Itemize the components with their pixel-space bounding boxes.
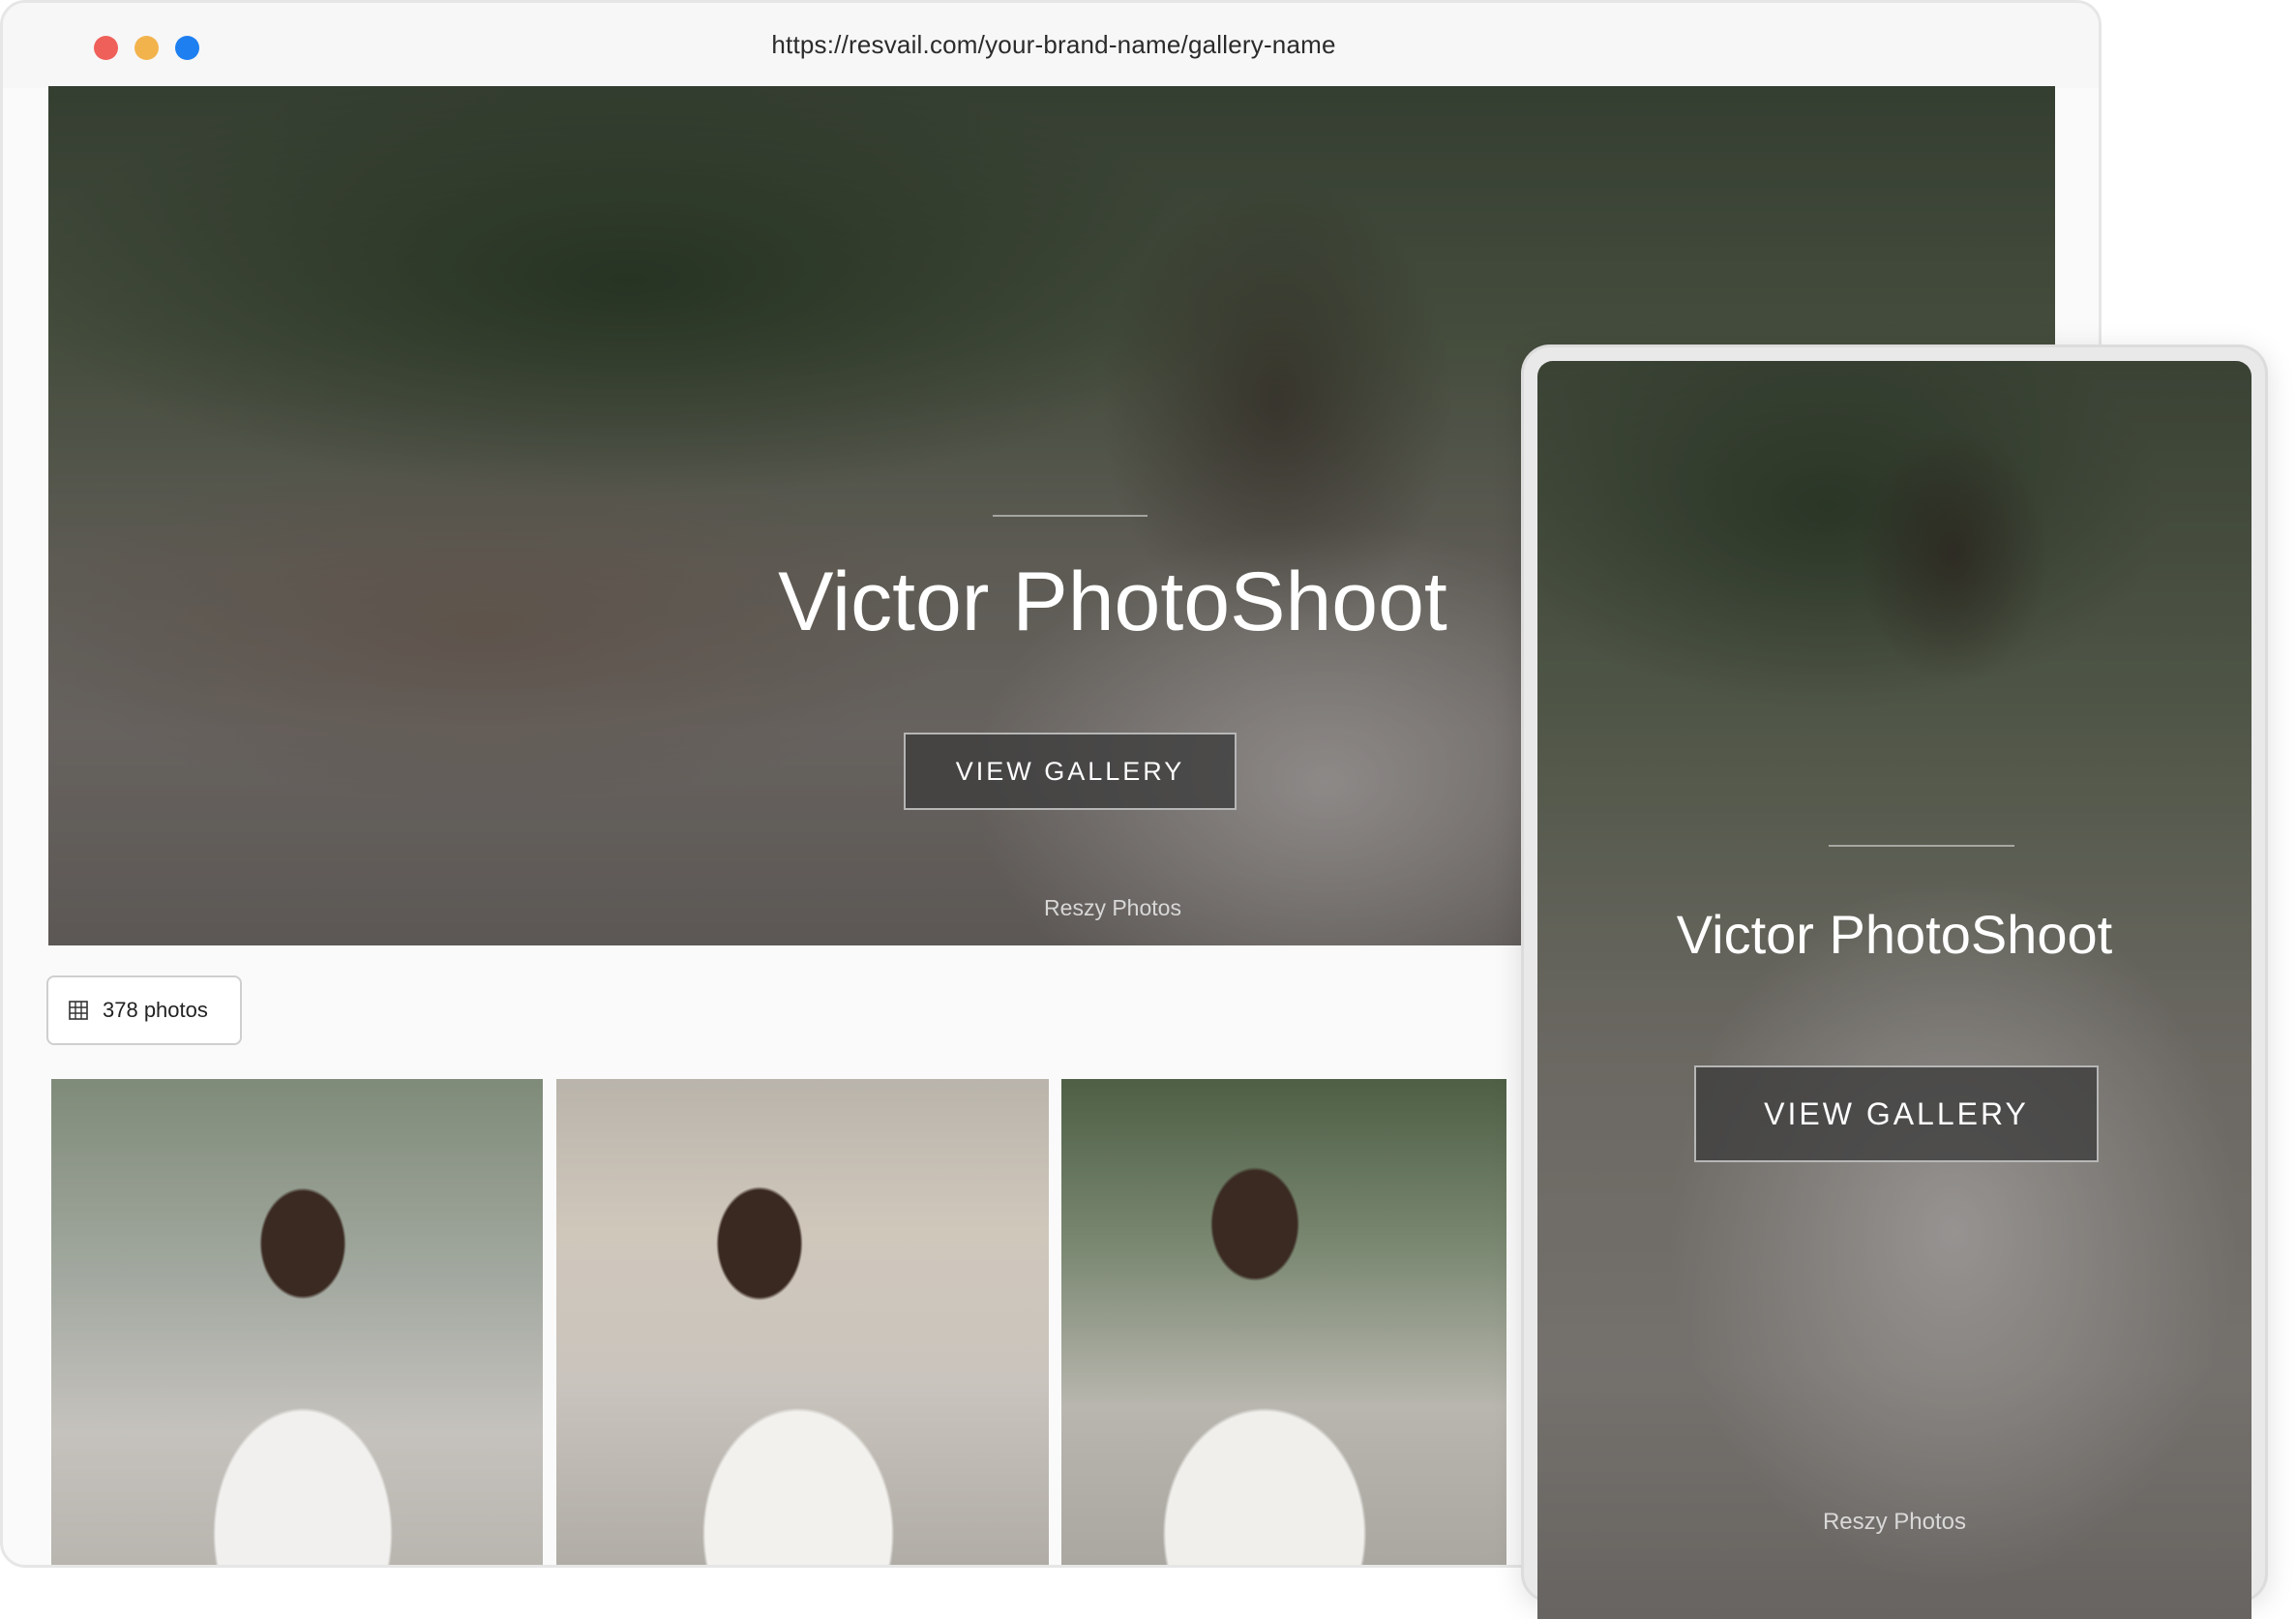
mobile-view-gallery-button[interactable]: VIEW GALLERY [1694, 1065, 2099, 1162]
mobile-brand-name: Reszy Photos [1822, 1509, 1967, 1535]
gallery-thumbnail[interactable] [51, 1079, 543, 1565]
browser-titlebar: https://resvail.com/your-brand-name/gall… [3, 3, 2099, 88]
mobile-hero-divider [1829, 845, 2014, 847]
hero-divider [993, 515, 1148, 517]
photo-count-label: 378 photos [103, 998, 208, 1022]
mobile-gallery-title: Victor PhotoShoot [1676, 904, 2113, 965]
photo-count-button[interactable]: 378 photos [46, 975, 242, 1045]
view-gallery-button[interactable]: VIEW GALLERY [904, 733, 1237, 810]
mobile-device-frame: Victor PhotoShoot VIEW GALLERY Reszy Pho… [1521, 345, 2268, 1619]
grid-icon [69, 1001, 88, 1020]
address-bar[interactable]: https://resvail.com/your-brand-name/gall… [3, 30, 2099, 60]
gallery-thumbnail[interactable] [556, 1079, 1049, 1565]
mobile-gallery-cover: Victor PhotoShoot VIEW GALLERY Reszy Pho… [1537, 361, 2251, 1619]
gallery-thumbnail[interactable] [1061, 1079, 1506, 1565]
